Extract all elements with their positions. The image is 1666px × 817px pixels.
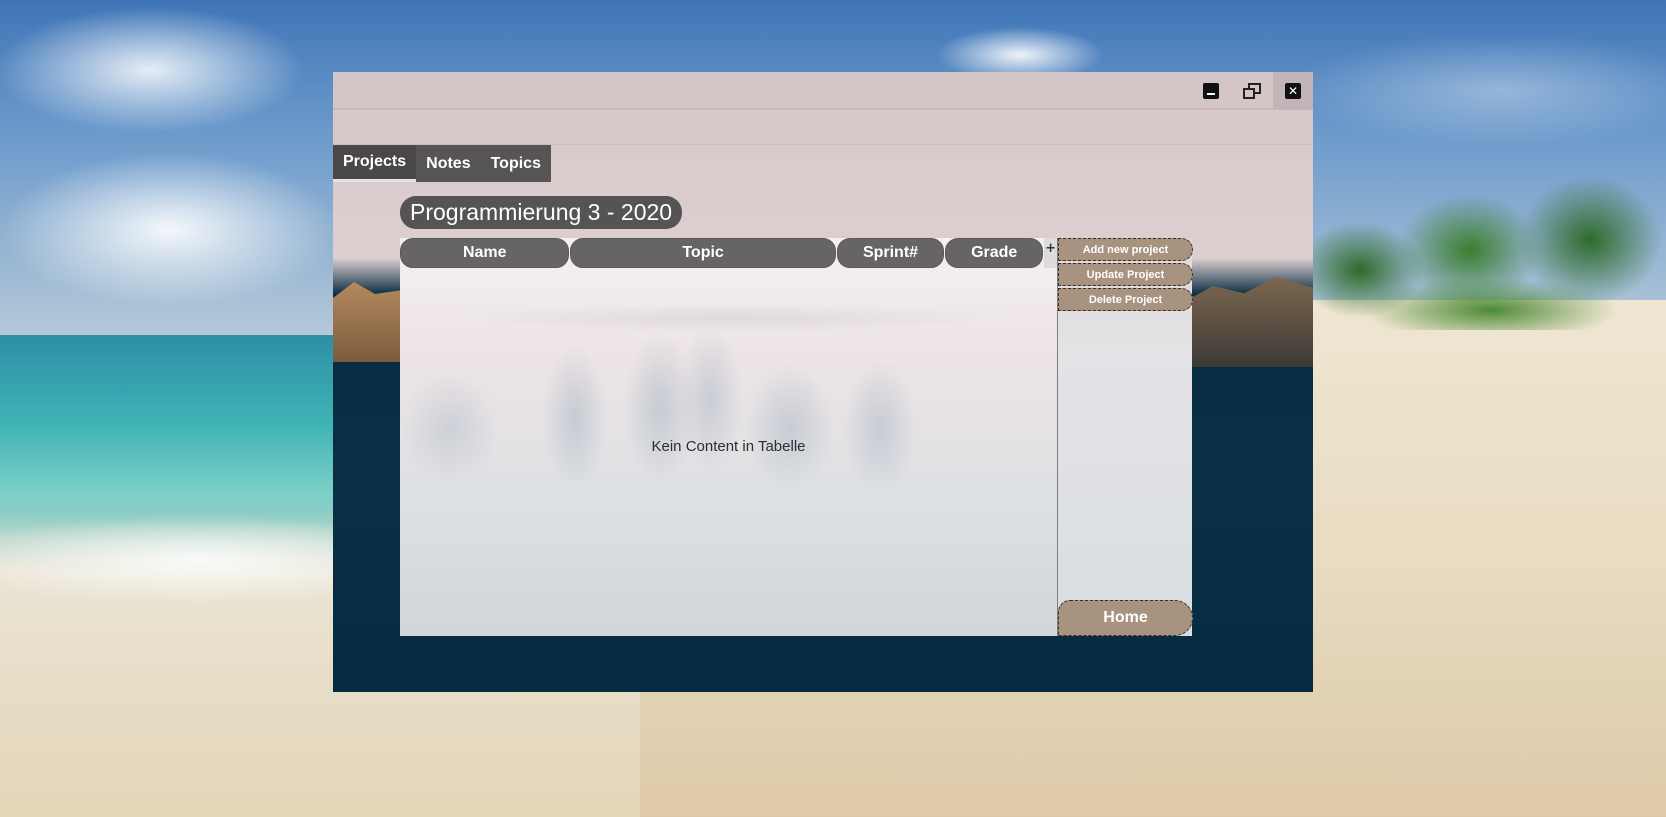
restore-button[interactable]: [1232, 72, 1272, 110]
close-button[interactable]: ✕: [1273, 72, 1313, 110]
update-project-button[interactable]: Update Project: [1058, 263, 1193, 286]
minimize-button[interactable]: [1191, 72, 1231, 110]
page-title: Programmierung 3 - 2020: [400, 196, 683, 229]
background-hill-right: [1188, 277, 1313, 367]
title-bar[interactable]: ✕: [333, 72, 1313, 110]
tab-notes[interactable]: Notes: [416, 145, 480, 182]
tab-bar: Projects Notes Topics: [333, 145, 551, 182]
minimize-icon: [1203, 83, 1219, 99]
column-menu-button[interactable]: +: [1044, 238, 1057, 268]
tab-topics[interactable]: Topics: [481, 145, 551, 182]
delete-project-button[interactable]: Delete Project: [1058, 288, 1193, 311]
app-window: ✕ Projects Notes Topics Programmierung 3…: [333, 72, 1313, 692]
column-header-name[interactable]: Name: [400, 238, 570, 268]
projects-table[interactable]: Name Topic Sprint# Grade + Kein Content …: [400, 238, 1057, 636]
desktop-palm-trees: [1300, 120, 1666, 330]
toolbar-strip: [333, 112, 1313, 145]
add-project-button[interactable]: Add new project: [1058, 238, 1193, 261]
close-icon: ✕: [1285, 83, 1301, 99]
table-background-forest: [400, 278, 1057, 508]
restore-icon: [1243, 83, 1261, 99]
tab-projects[interactable]: Projects: [333, 145, 417, 182]
action-panel: Add new project Update Project Delete Pr…: [1057, 238, 1193, 636]
background-hill-left: [333, 282, 403, 362]
column-header-sprint[interactable]: Sprint#: [836, 238, 945, 268]
table-empty-message: Kein Content in Tabelle: [651, 438, 806, 455]
table-header: Name Topic Sprint# Grade +: [400, 238, 1057, 268]
column-header-topic[interactable]: Topic: [570, 238, 836, 268]
column-header-grade[interactable]: Grade: [945, 238, 1044, 268]
home-button[interactable]: Home: [1058, 600, 1193, 636]
